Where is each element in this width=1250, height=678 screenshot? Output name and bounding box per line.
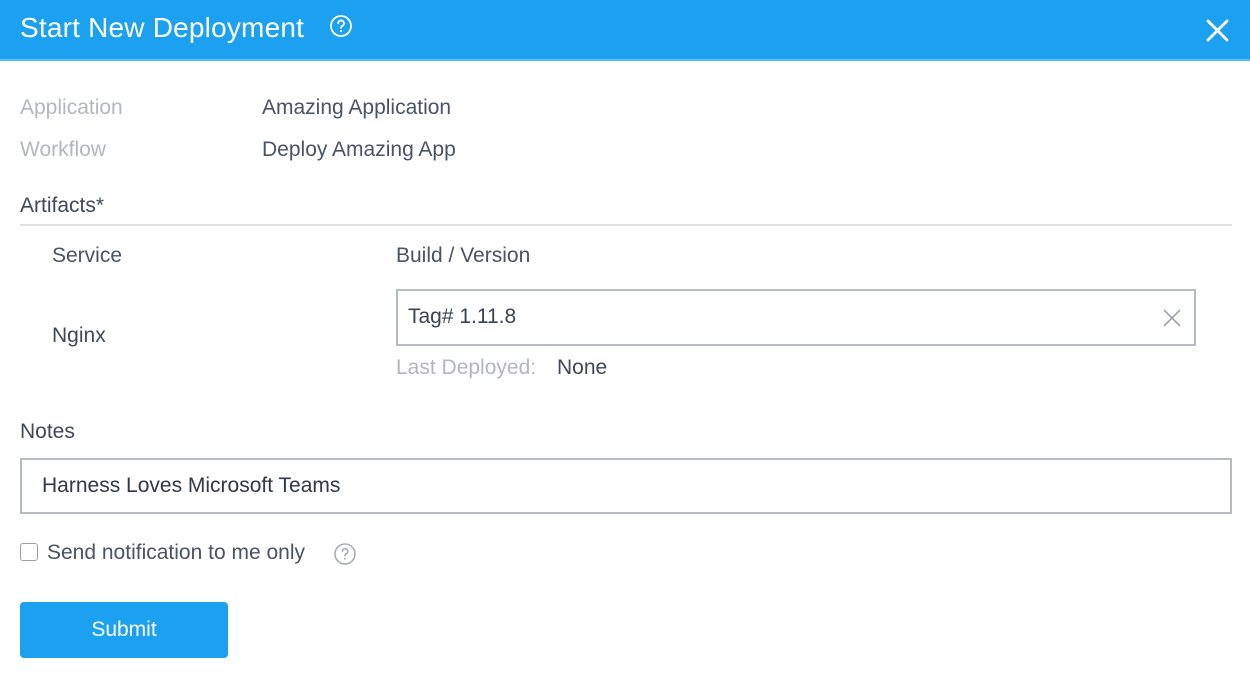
notes-label: Notes	[20, 420, 75, 443]
notify-me-only-label[interactable]: Send notification to me only	[47, 541, 305, 565]
last-deployed-label: Last Deployed:	[396, 356, 537, 379]
notes-input[interactable]	[20, 458, 1232, 514]
application-label: Application	[20, 96, 123, 119]
build-version-column-header: Build / Version	[396, 244, 531, 267]
clear-icon[interactable]	[1162, 308, 1182, 328]
submit-button[interactable]: Submit	[20, 602, 228, 658]
build-version-select[interactable]: Tag# 1.11.8	[396, 289, 1196, 346]
question-circle-icon[interactable]	[333, 542, 357, 566]
service-name: Nginx	[52, 324, 106, 347]
section-divider	[20, 224, 1232, 226]
last-deployed-value: None	[557, 356, 608, 379]
dialog-header: Start New Deployment	[0, 0, 1250, 61]
dialog-title: Start New Deployment	[20, 12, 305, 43]
close-icon[interactable]	[1205, 18, 1230, 43]
service-column-header: Service	[52, 244, 123, 267]
build-version-value: Tag# 1.11.8	[408, 305, 517, 328]
question-circle-icon[interactable]	[329, 14, 353, 38]
workflow-value: Deploy Amazing App	[262, 138, 456, 161]
workflow-label: Workflow	[20, 138, 106, 161]
start-deployment-dialog: Start New Deployment Application Amazing…	[0, 0, 1250, 678]
notify-me-only-checkbox[interactable]	[20, 543, 38, 561]
artifacts-section-title: Artifacts*	[20, 194, 105, 217]
application-value: Amazing Application	[262, 96, 452, 119]
